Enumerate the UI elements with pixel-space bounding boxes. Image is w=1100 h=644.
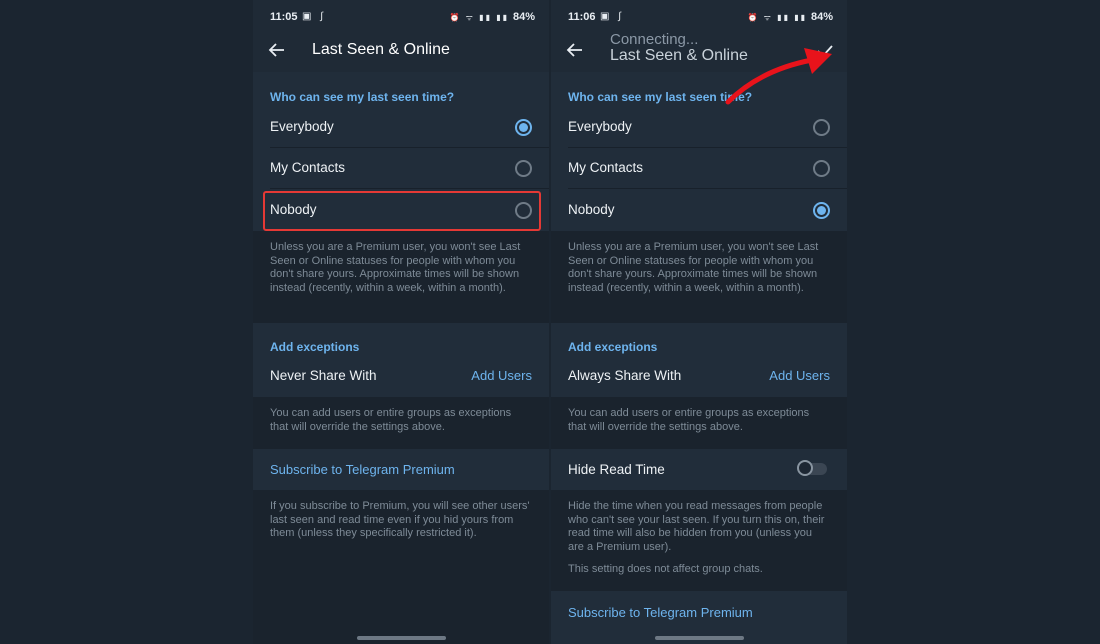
back-arrow-icon[interactable] — [565, 40, 585, 60]
option-everybody[interactable]: Everybody — [253, 107, 549, 148]
option-label: Everybody — [568, 119, 632, 134]
exception-row[interactable]: Never Share With Add Users — [253, 356, 549, 397]
radio-icon[interactable] — [813, 202, 830, 219]
exceptions-info: You can add users or entire groups as ex… — [568, 407, 810, 433]
exceptions-title: Add exceptions — [568, 340, 658, 354]
highlight-box — [263, 191, 541, 231]
exceptions-title: Add exceptions — [270, 340, 360, 354]
back-arrow-icon[interactable] — [267, 40, 287, 60]
section-title: Who can see my last seen time? — [270, 90, 455, 104]
home-indicator[interactable] — [655, 636, 744, 640]
status-time: 11:05 — [270, 11, 298, 23]
option-label: Nobody — [568, 202, 615, 217]
status-time: 11:06 — [568, 11, 596, 23]
info-text: Unless you are a Premium user, you won't… — [568, 241, 819, 294]
hide-read-info-block: Hide the time when you read messages fro… — [551, 490, 847, 591]
connecting-status: Connecting... — [610, 31, 699, 48]
notification-icons: ▣ ∫ — [600, 11, 624, 22]
exception-label: Always Share With — [568, 368, 682, 383]
signal-icons: ⏰ ᯤ ▮▮ ▮▮ — [747, 13, 807, 22]
radio-icon[interactable] — [813, 119, 830, 136]
radio-icon[interactable] — [515, 119, 532, 136]
exceptions-section: Add exceptions Never Share With Add User… — [253, 323, 549, 397]
option-my-contacts[interactable]: My Contacts — [551, 148, 847, 189]
app-bar: Last Seen & Online — [253, 34, 549, 72]
premium-info-block: If you subscribe to Premium, you will se… — [253, 490, 549, 644]
exceptions-info-block: You can add users or entire groups as ex… — [551, 397, 847, 449]
option-label: My Contacts — [270, 160, 346, 175]
exception-row[interactable]: Always Share With Add Users — [551, 356, 847, 397]
add-users-button[interactable]: Add Users — [769, 368, 830, 383]
subscribe-premium-link[interactable]: Subscribe to Telegram Premium — [568, 605, 753, 620]
option-everybody[interactable]: Everybody — [551, 107, 847, 148]
option-label: My Contacts — [568, 160, 644, 175]
add-users-button[interactable]: Add Users — [471, 368, 532, 383]
notification-icons: ▣ ∫ — [302, 11, 326, 22]
status-bar: 11:05 ▣ ∫ ⏰ ᯤ ▮▮ ▮▮ 84% — [253, 0, 549, 34]
hide-read-info: Hide the time when you read messages fro… — [568, 500, 825, 553]
radio-icon[interactable] — [813, 160, 830, 177]
divider — [270, 188, 549, 189]
subscribe-premium-link[interactable]: Subscribe to Telegram Premium — [270, 462, 455, 477]
toggle-icon[interactable] — [797, 460, 827, 476]
divider — [568, 188, 847, 189]
exceptions-info-block: You can add users or entire groups as ex… — [253, 397, 549, 449]
info-text: Unless you are a Premium user, you won't… — [270, 241, 521, 294]
hide-read-time-label: Hide Read Time — [568, 462, 665, 477]
exception-label: Never Share With — [270, 368, 377, 383]
left-screen: 11:05 ▣ ∫ ⏰ ᯤ ▮▮ ▮▮ 84% Last Seen & Onli… — [253, 0, 549, 644]
option-label: Everybody — [270, 119, 334, 134]
info-block: Unless you are a Premium user, you won't… — [551, 231, 847, 323]
annotation-arrow-icon — [725, 48, 832, 105]
option-my-contacts[interactable]: My Contacts — [253, 148, 549, 189]
hide-read-note: This setting does not affect group chats… — [568, 563, 763, 575]
battery-level: 84% — [810, 11, 833, 23]
premium-section[interactable]: Subscribe to Telegram Premium — [253, 449, 549, 490]
hide-read-time-row[interactable]: Hide Read Time — [551, 449, 847, 490]
exceptions-section: Add exceptions Always Share With Add Use… — [551, 323, 847, 397]
battery-level: 84% — [512, 11, 535, 23]
page-title: Last Seen & Online — [312, 41, 450, 58]
premium-info: If you subscribe to Premium, you will se… — [270, 500, 530, 539]
radio-icon[interactable] — [515, 160, 532, 177]
exceptions-info: You can add users or entire groups as ex… — [270, 407, 512, 433]
status-bar: 11:06 ▣ ∫ ⏰ ᯤ ▮▮ ▮▮ 84% — [551, 0, 847, 34]
signal-icons: ⏰ ᯤ ▮▮ ▮▮ — [449, 13, 509, 22]
home-indicator[interactable] — [357, 636, 446, 640]
option-nobody[interactable]: Nobody — [551, 190, 847, 231]
info-block: Unless you are a Premium user, you won't… — [253, 231, 549, 323]
